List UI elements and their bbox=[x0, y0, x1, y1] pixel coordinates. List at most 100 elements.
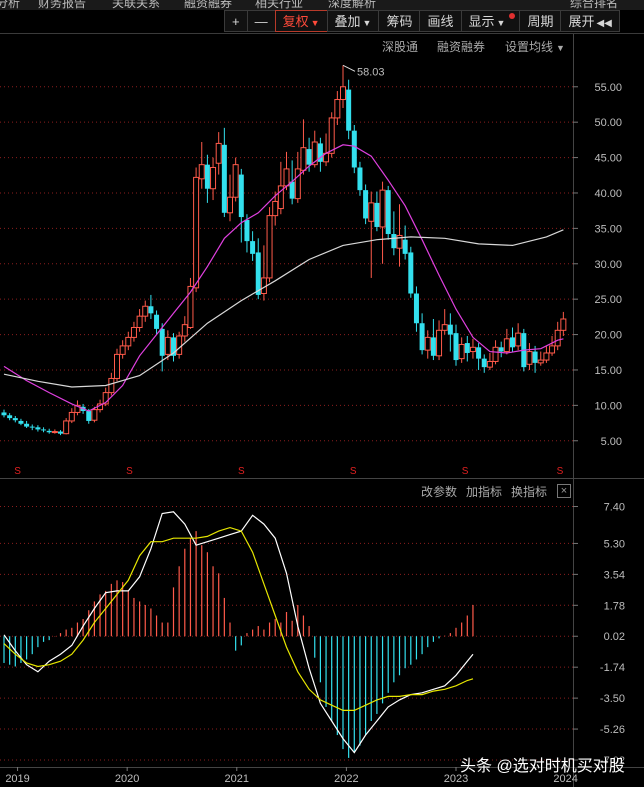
candle-down bbox=[351, 125, 357, 174]
candle-body bbox=[351, 130, 357, 168]
candle-up bbox=[74, 400, 81, 416]
max-annotation-arrow bbox=[342, 64, 356, 72]
candle-down bbox=[357, 161, 363, 196]
candle-body bbox=[181, 324, 188, 337]
candle-down bbox=[154, 310, 160, 335]
candle-body bbox=[283, 168, 290, 187]
year-label: 2022 bbox=[334, 773, 358, 785]
candle-up bbox=[537, 351, 544, 366]
candle-down bbox=[18, 418, 24, 426]
candle-up bbox=[125, 331, 132, 351]
candle-up bbox=[379, 181, 386, 264]
candle-body bbox=[357, 167, 363, 191]
candle-body bbox=[148, 306, 154, 314]
candle-body bbox=[250, 241, 256, 254]
candle-up bbox=[549, 335, 556, 356]
candle-up bbox=[272, 191, 279, 226]
candle-down bbox=[430, 318, 436, 361]
candle-body bbox=[306, 149, 312, 165]
candle-up bbox=[368, 191, 375, 278]
candle-body bbox=[221, 144, 227, 213]
candle-body bbox=[458, 343, 465, 360]
candle-up bbox=[119, 340, 126, 359]
candle-body bbox=[560, 318, 567, 331]
candle-down bbox=[171, 333, 176, 362]
candle-up bbox=[334, 91, 341, 126]
candle-down bbox=[476, 343, 482, 370]
year-label: 2021 bbox=[225, 773, 249, 785]
price-tick-label: 10.00 bbox=[594, 400, 622, 412]
candle-down bbox=[510, 327, 515, 352]
price-tick-label: 40.00 bbox=[594, 188, 622, 200]
candle-up bbox=[469, 338, 476, 359]
candle-up bbox=[441, 309, 448, 335]
candle-body bbox=[447, 324, 453, 335]
dividend-marker-icon: S bbox=[557, 466, 564, 477]
candle-body bbox=[419, 323, 425, 351]
candle-up bbox=[436, 320, 443, 361]
dividend-marker-icon: S bbox=[350, 466, 357, 477]
price-tick-label: 35.00 bbox=[594, 223, 622, 235]
candle-up bbox=[181, 316, 188, 342]
candle-down bbox=[408, 246, 414, 298]
candle-up bbox=[68, 408, 75, 424]
candle-body bbox=[63, 420, 70, 435]
candle-up bbox=[136, 309, 143, 332]
candle-body bbox=[272, 200, 279, 217]
candle-body bbox=[486, 360, 493, 368]
candle-up bbox=[232, 157, 239, 202]
candle-down bbox=[419, 313, 425, 355]
macd-tick-label: 5.30 bbox=[604, 538, 625, 550]
candle-up bbox=[193, 167, 200, 293]
candle-down bbox=[238, 168, 244, 243]
candle-body bbox=[142, 305, 149, 317]
macd-tick-label: 3.54 bbox=[604, 569, 625, 581]
candle-down bbox=[7, 413, 13, 421]
candle-body bbox=[413, 293, 419, 324]
candle-down bbox=[148, 294, 154, 319]
candle-up bbox=[515, 323, 522, 351]
candle-body bbox=[469, 346, 476, 353]
candle-body bbox=[125, 336, 132, 347]
candle-up bbox=[142, 300, 149, 322]
candle-body bbox=[227, 196, 233, 214]
candle-body bbox=[549, 345, 556, 354]
candle-down bbox=[532, 345, 538, 373]
candle-up bbox=[543, 345, 550, 363]
candle-down bbox=[385, 185, 391, 240]
candle-body bbox=[340, 86, 346, 101]
candle-down bbox=[29, 424, 35, 431]
candle-up bbox=[260, 245, 267, 301]
candle-body bbox=[532, 351, 538, 363]
candle-body bbox=[289, 181, 295, 199]
candle-up bbox=[63, 418, 70, 435]
candle-down bbox=[481, 354, 487, 373]
candle-body bbox=[374, 202, 380, 227]
candle-body bbox=[510, 337, 515, 348]
candle-down bbox=[464, 335, 470, 362]
candle-up bbox=[130, 321, 137, 342]
candle-body bbox=[176, 335, 183, 355]
candle-up bbox=[198, 142, 205, 189]
candle-down bbox=[453, 324, 459, 366]
price-tick-label: 55.00 bbox=[594, 82, 622, 94]
candle-body bbox=[41, 429, 47, 431]
year-label: 2020 bbox=[115, 773, 139, 785]
candle-body bbox=[86, 411, 92, 421]
candle-up bbox=[560, 311, 567, 336]
candle-up bbox=[503, 328, 510, 355]
candle-up bbox=[323, 133, 330, 167]
dividend-marker-icon: S bbox=[238, 466, 245, 477]
candle-body bbox=[210, 166, 217, 190]
stock-chart: 55.00 50.00 45.00 40.00 35.00 30.00 25.00 20.00… bbox=[0, 33, 644, 787]
candle-body bbox=[12, 418, 18, 421]
candle-body bbox=[198, 164, 205, 180]
candle-up bbox=[458, 337, 465, 363]
candle-body bbox=[130, 326, 137, 338]
candle-up bbox=[114, 348, 120, 382]
candle-down bbox=[46, 428, 52, 434]
candle-body bbox=[24, 423, 30, 427]
candle-body bbox=[492, 346, 499, 362]
dividend-marker-icon: S bbox=[462, 466, 469, 477]
candle-down bbox=[35, 425, 41, 432]
